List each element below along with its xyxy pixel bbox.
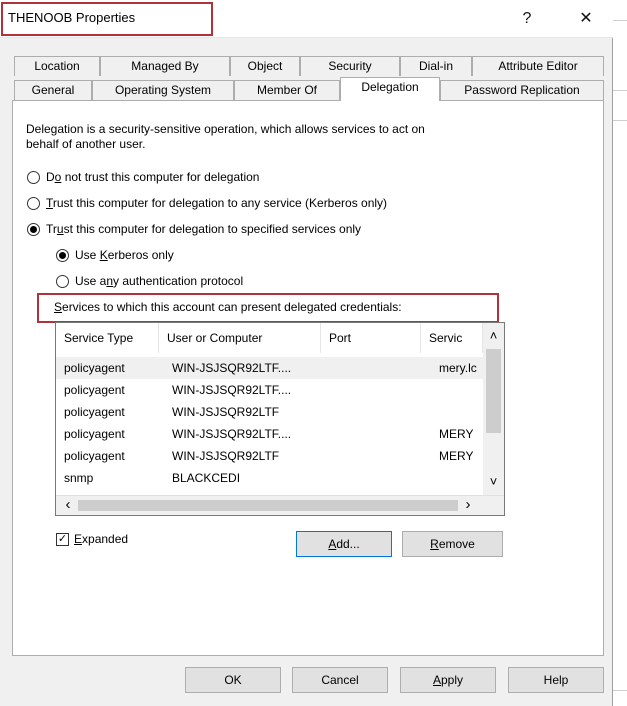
services-rows: policyagent WIN-JSJSQR92LTF.... mery.lc … — [56, 357, 483, 495]
radio-use-kerberos-label[interactable]: Use Kerberos only — [75, 248, 174, 262]
help-title-button[interactable]: ? — [507, 6, 547, 32]
cell-service — [439, 467, 483, 489]
remove-button[interactable]: Remove — [402, 531, 503, 557]
active-tab-joiner — [341, 99, 439, 102]
cell-service-type: policyagent — [64, 361, 125, 375]
cell-port — [334, 423, 421, 445]
table-row[interactable]: policyagent WIN-JSJSQR92LTF.... — [56, 379, 483, 401]
scroll-down-icon[interactable]: ˅ — [483, 473, 504, 491]
cell-service — [439, 379, 483, 401]
cell-service — [439, 401, 483, 423]
scroll-up-icon[interactable]: ˄ — [483, 327, 504, 345]
radio-trust-any-label[interactable]: Trust this computer for delegation to an… — [46, 196, 387, 210]
services-list[interactable]: Service Type User or Computer Port Servi… — [55, 322, 505, 516]
services-label: Services to which this account can prese… — [54, 300, 402, 314]
column-header-port[interactable]: Port — [321, 323, 421, 353]
close-icon[interactable]: ✕ — [566, 6, 606, 32]
tab-managed-by[interactable]: Managed By — [100, 56, 230, 76]
tab-general[interactable]: General — [14, 80, 92, 100]
table-row[interactable]: policyagent WIN-JSJSQR92LTF.... MERY — [56, 423, 483, 445]
radio-use-kerberos-only[interactable] — [56, 249, 69, 262]
cancel-button[interactable]: Cancel — [292, 667, 388, 693]
scroll-right-icon[interactable]: › — [460, 496, 476, 515]
horizontal-scrollbar[interactable]: ‹ › — [56, 495, 504, 515]
radio-trust-any-service[interactable] — [27, 197, 40, 210]
tab-security[interactable]: Security — [300, 56, 400, 76]
cell-service-type: policyagent — [64, 405, 125, 419]
title-highlight-box — [1, 2, 213, 36]
cell-service: MERY — [439, 427, 474, 441]
cell-port — [334, 467, 421, 489]
cell-user-or-computer: WIN-JSJSQR92LTF.... — [172, 361, 292, 375]
column-header-service[interactable]: Servic — [421, 323, 483, 353]
help-button[interactable]: Help — [508, 667, 604, 693]
table-row[interactable]: policyagent WIN-JSJSQR92LTF — [56, 401, 483, 423]
cell-port — [334, 357, 421, 379]
table-row[interactable]: policyagent WIN-JSJSQR92LTF MERY — [56, 445, 483, 467]
radio-trust-specified-label[interactable]: Trust this computer for delegation to sp… — [46, 222, 361, 236]
table-row[interactable]: policyagent WIN-JSJSQR92LTF.... mery.lc — [56, 357, 483, 379]
column-header-service-type[interactable]: Service Type — [56, 323, 159, 353]
add-button[interactable]: Add... — [296, 531, 392, 557]
tab-password-replication[interactable]: Password Replication — [440, 80, 604, 100]
cell-user-or-computer: WIN-JSJSQR92LTF.... — [172, 427, 292, 441]
tab-location[interactable]: Location — [14, 56, 100, 76]
tab-dial-in[interactable]: Dial-in — [400, 56, 472, 76]
description-line-2: behalf of another user. — [26, 137, 146, 151]
cell-port — [334, 445, 421, 467]
cell-service: MERY — [439, 449, 474, 463]
ok-button[interactable]: OK — [185, 667, 281, 693]
cell-service: mery.lc — [439, 361, 477, 375]
column-header-user-or-computer[interactable]: User or Computer — [159, 323, 321, 353]
expanded-checkbox[interactable]: ✓ — [56, 533, 69, 546]
radio-trust-specified-services[interactable] — [27, 223, 40, 236]
expanded-label[interactable]: Expanded — [74, 532, 128, 546]
vertical-scroll-thumb[interactable] — [486, 349, 501, 433]
cell-user-or-computer: WIN-JSJSQR92LTF — [172, 405, 280, 419]
description-line-1: Delegation is a security-sensitive opera… — [26, 122, 425, 136]
scroll-left-icon[interactable]: ‹ — [60, 496, 76, 515]
apply-button[interactable]: Apply — [400, 667, 496, 693]
cell-user-or-computer: WIN-JSJSQR92LTF.... — [172, 383, 292, 397]
tab-object[interactable]: Object — [230, 56, 300, 76]
cell-service-type: policyagent — [64, 383, 125, 397]
cell-service-type: policyagent — [64, 449, 125, 463]
cell-service-type: snmp — [64, 471, 94, 485]
table-row[interactable]: snmp BLACKCEDI — [56, 467, 483, 489]
cell-service-type: policyagent — [64, 427, 125, 441]
background-window-edge — [613, 0, 627, 706]
cell-user-or-computer: BLACKCEDI — [172, 471, 241, 485]
tab-delegation[interactable]: Delegation — [340, 77, 440, 101]
horizontal-scroll-thumb[interactable] — [78, 500, 458, 511]
tab-attribute-editor[interactable]: Attribute Editor — [472, 56, 604, 76]
radio-use-any-protocol-label[interactable]: Use any authentication protocol — [75, 274, 243, 288]
cell-port — [334, 401, 421, 423]
radio-no-trust[interactable] — [27, 171, 40, 184]
radio-use-any-protocol[interactable] — [56, 275, 69, 288]
cell-port — [334, 379, 421, 401]
radio-no-trust-label[interactable]: Do not trust this computer for delegatio… — [46, 170, 259, 184]
tab-member-of[interactable]: Member Of — [234, 80, 340, 100]
cell-user-or-computer: WIN-JSJSQR92LTF — [172, 449, 280, 463]
vertical-scrollbar[interactable]: ˄ ˅ — [483, 323, 504, 495]
tab-operating-system[interactable]: Operating System — [92, 80, 234, 100]
